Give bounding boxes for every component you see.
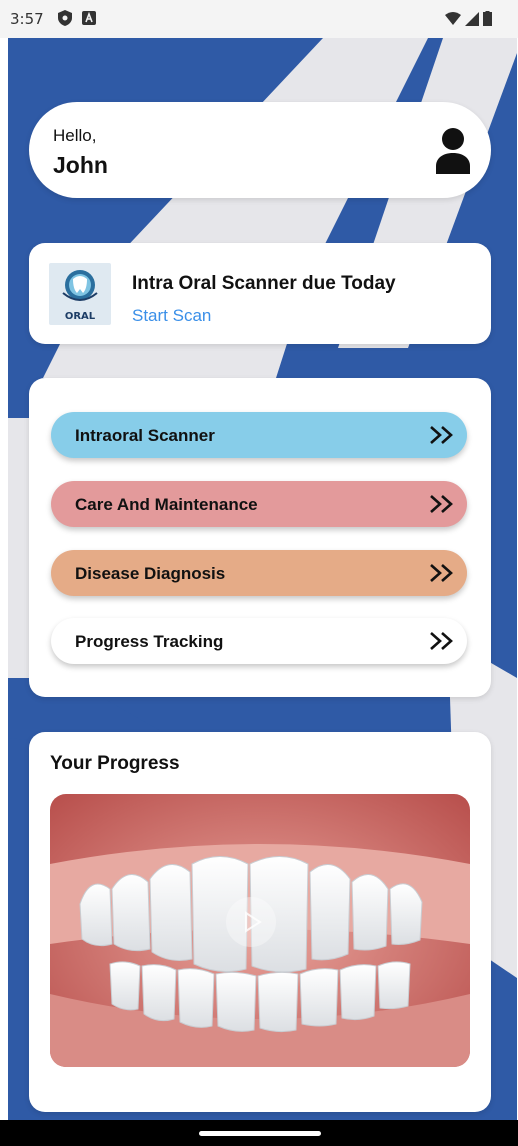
scan-due-card: ORAL Intra Oral Scanner due Today Start … [29,243,491,344]
user-name: John [53,152,108,178]
double-chevron-right-icon [430,495,453,513]
status-icons [445,11,492,26]
menu-item-intraoral-scanner[interactable]: Intraoral Scanner [51,412,467,458]
menu-item-disease-diagnosis[interactable]: Disease Diagnosis [51,550,467,596]
menu-item-label: Disease Diagnosis [75,564,226,583]
oral-logo: ORAL [49,263,111,325]
greeting-card: Hello, John [29,102,491,198]
battery-icon [483,11,492,26]
progress-card: Your Progress [29,732,491,1112]
menu-card: Intraoral Scanner Care And Maintenance D… [29,378,491,697]
app-screen: Hello, John ORAL Intra Oral Scanner due … [8,38,517,1120]
double-chevron-right-icon [430,564,453,582]
double-chevron-right-icon [430,426,453,444]
start-scan-link[interactable]: Start Scan [132,306,211,326]
double-chevron-right-icon [430,632,453,650]
play-icon [245,911,262,933]
menu-item-care-and-maintenance[interactable]: Care And Maintenance [51,481,467,527]
navigation-bar [0,1120,518,1146]
play-button[interactable] [226,897,276,947]
menu-item-label: Care And Maintenance [75,495,258,514]
progress-video[interactable] [50,794,470,1067]
shield-icon [58,10,72,26]
wifi-icon [445,12,461,25]
menu-item-progress-tracking[interactable]: Progress Tracking [51,618,467,664]
menu-item-label: Progress Tracking [75,632,224,651]
greeting-hello: Hello, [53,126,97,145]
notification-icon [82,11,96,25]
signal-icon [465,11,479,26]
user-avatar-icon[interactable] [435,128,471,174]
home-gesture-handle[interactable] [199,1131,321,1136]
progress-title: Your Progress [50,753,180,774]
tooth-logo-icon: ORAL [62,270,98,322]
status-bar: 3:57 [0,0,518,38]
menu-item-label: Intraoral Scanner [75,426,215,445]
status-time: 3:57 [10,10,44,28]
scan-due-title: Intra Oral Scanner due Today [132,273,396,294]
logo-text: ORAL [65,311,96,322]
